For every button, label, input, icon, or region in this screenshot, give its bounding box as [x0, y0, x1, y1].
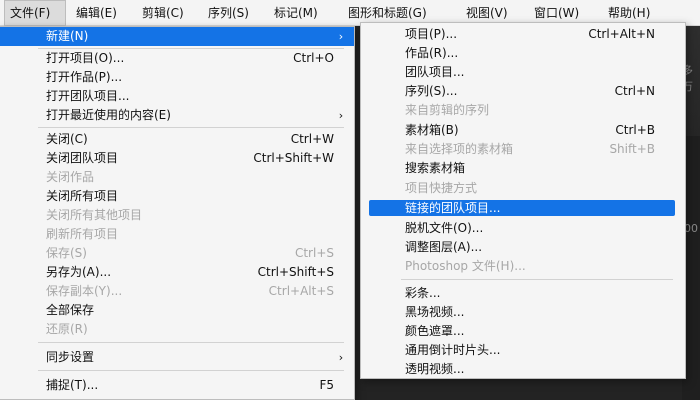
menu-separator	[401, 279, 673, 280]
menu-item-open-project[interactable]: 打开项目(O)... Ctrl+O	[0, 49, 354, 68]
menu-item-label: 项目(P)...	[405, 27, 458, 41]
menubar-file[interactable]: 文件(F)	[4, 0, 66, 26]
menu-item-shortcut: Ctrl+O	[293, 51, 334, 65]
menu-item-shortcut: Ctrl+Alt+N	[588, 27, 655, 41]
menu-item-save-all[interactable]: 全部保存	[0, 301, 354, 320]
menu-item-color-matte[interactable]: 颜色遮罩...	[361, 322, 685, 341]
menu-item-bin-from-selection[interactable]: 来自选择项的素材箱 Shift+B	[361, 140, 685, 159]
menubar-clip[interactable]: 剪辑(C)	[136, 0, 184, 26]
menu-item-shortcut: F5	[319, 378, 334, 392]
menu-item-label: 彩条...	[405, 286, 441, 300]
menu-item-transparent-video[interactable]: 透明视频...	[361, 360, 685, 379]
menu-separator	[38, 370, 344, 371]
menu-item-new-bin[interactable]: 素材箱(B) Ctrl+B	[361, 121, 685, 140]
menu-item-label: 同步设置	[46, 350, 95, 364]
menu-item-label: 关闭所有项目	[46, 189, 119, 203]
menubar-sequence[interactable]: 序列(S)	[202, 0, 249, 26]
menu-item-label: 来自剪辑的序列	[405, 103, 490, 117]
menu-item-label: 捕捉(T)...	[46, 378, 99, 392]
menu-item-label: 关闭团队项目	[46, 151, 119, 165]
menu-item-label: 黑场视频...	[405, 305, 465, 319]
menu-item-label: 搜索素材箱	[405, 161, 466, 175]
menu-item-shortcut: Ctrl+B	[615, 123, 655, 137]
menu-item-label: 还原(R)	[46, 322, 88, 336]
menu-item-revert[interactable]: 还原(R)	[0, 320, 354, 339]
menu-item-label: 保存(S)	[46, 246, 87, 260]
menu-item-capture[interactable]: 捕捉(T)... F5	[0, 376, 354, 395]
menu-item-shortcut: Ctrl+Shift+S	[257, 265, 334, 279]
menubar-markers[interactable]: 标记(M)	[268, 0, 318, 26]
menu-item-open-recent[interactable]: 打开最近使用的内容(E) ›	[0, 106, 354, 125]
menu-item-new[interactable]: 新建(N) ›	[0, 27, 354, 46]
menu-item-bars-and-tone[interactable]: 彩条...	[361, 284, 685, 303]
menu-item-label: 关闭(C)	[46, 132, 88, 146]
menu-item-label: 全部保存	[46, 303, 95, 317]
menu-item-save[interactable]: 保存(S) Ctrl+S	[0, 244, 354, 263]
menu-item-new-sequence[interactable]: 序列(S)... Ctrl+N	[361, 82, 685, 101]
menu-item-open-production[interactable]: 打开作品(P)...	[0, 68, 354, 87]
menu-item-close-all-projects[interactable]: 关闭所有项目	[0, 187, 354, 206]
menu-item-sync-settings[interactable]: 同步设置 ›	[0, 348, 354, 367]
menu-item-linked-team-project[interactable]: 链接的团队项目...	[369, 200, 675, 216]
menu-separator	[38, 127, 344, 128]
menu-item-save-copy[interactable]: 保存副本(Y)... Ctrl+Alt+S	[0, 282, 354, 301]
menu-item-label: 打开作品(P)...	[46, 70, 123, 84]
menu-item-label: 透明视频...	[405, 362, 465, 376]
menu-item-shortcut: Ctrl+S	[294, 246, 334, 260]
new-submenu: 项目(P)... Ctrl+Alt+N 作品(R)... 团队项目... 序列(…	[360, 22, 686, 379]
menu-item-label: 来自选择项的素材箱	[405, 142, 514, 156]
menu-item-sequence-from-clip[interactable]: 来自剪辑的序列	[361, 101, 685, 120]
background-partial-text: 00	[684, 222, 698, 235]
menu-item-new-team-project[interactable]: 团队项目...	[361, 63, 685, 82]
menu-item-offline-file[interactable]: 脱机文件(O)...	[361, 219, 685, 238]
menu-item-new-production[interactable]: 作品(R)...	[361, 44, 685, 63]
menu-item-label: 打开团队项目...	[46, 89, 130, 103]
menu-item-label: 打开项目(O)...	[46, 51, 125, 65]
menu-item-label: 项目快捷方式	[405, 181, 478, 195]
menu-item-label: 刷新所有项目	[46, 227, 119, 241]
menu-separator	[38, 342, 344, 343]
menu-item-label: 脱机文件(O)...	[405, 221, 484, 235]
menu-item-photoshop-file[interactable]: Photoshop 文件(H)...	[361, 257, 685, 276]
menu-item-shortcut: Ctrl+Alt+S	[268, 284, 334, 298]
chevron-right-icon: ›	[338, 30, 344, 43]
menu-item-black-video[interactable]: 黑场视频...	[361, 303, 685, 322]
menu-item-adjustment-layer[interactable]: 调整图层(A)...	[361, 238, 685, 257]
menu-item-close-all-other-projects[interactable]: 关闭所有其他项目	[0, 206, 354, 225]
menu-item-save-as[interactable]: 另存为(A)... Ctrl+Shift+S	[0, 263, 354, 282]
menu-item-close-team-project[interactable]: 关闭团队项目 Ctrl+Shift+W	[0, 149, 354, 168]
chevron-right-icon: ›	[338, 351, 344, 364]
menu-item-label: 另存为(A)...	[46, 265, 112, 279]
menu-item-shortcut: Ctrl+W	[290, 132, 334, 146]
menu-item-close-production[interactable]: 关闭作品	[0, 168, 354, 187]
menu-item-shortcut: Shift+B	[609, 142, 655, 156]
menu-item-label: Photoshop 文件(H)...	[405, 259, 526, 273]
menu-item-label: 关闭作品	[46, 170, 95, 184]
menu-item-shortcut: Ctrl+Shift+W	[253, 151, 334, 165]
menu-item-close[interactable]: 关闭(C) Ctrl+W	[0, 130, 354, 149]
menu-item-open-team-project[interactable]: 打开团队项目...	[0, 87, 354, 106]
menubar-edit[interactable]: 编辑(E)	[70, 0, 117, 26]
menu-item-label: 序列(S)...	[405, 84, 458, 98]
chevron-right-icon: ›	[338, 109, 344, 122]
menu-item-universal-counting-leader[interactable]: 通用倒计时片头...	[361, 341, 685, 360]
menu-item-project-shortcut[interactable]: 项目快捷方式	[361, 179, 685, 198]
menu-item-label: 链接的团队项目...	[405, 201, 501, 215]
menu-item-label: 保存副本(Y)...	[46, 284, 123, 298]
menu-item-refresh-all-projects[interactable]: 刷新所有项目	[0, 225, 354, 244]
menu-item-label: 打开最近使用的内容(E)	[46, 108, 171, 122]
menu-item-new-project[interactable]: 项目(P)... Ctrl+Alt+N	[361, 25, 685, 44]
menu-item-label: 关闭所有其他项目	[46, 208, 143, 222]
menu-item-label: 调整图层(A)...	[405, 240, 483, 254]
menu-item-search-bin[interactable]: 搜索素材箱	[361, 159, 685, 178]
menu-item-label: 团队项目...	[405, 65, 465, 79]
menu-item-label: 素材箱(B)	[405, 123, 459, 137]
menu-item-shortcut: Ctrl+N	[614, 84, 655, 98]
file-menu: 新建(N) › 打开项目(O)... Ctrl+O 打开作品(P)... 打开团…	[0, 26, 355, 400]
menu-item-label: 新建(N)	[46, 29, 89, 43]
menu-item-label: 作品(R)...	[405, 46, 459, 60]
menu-item-label: 颜色遮罩...	[405, 324, 465, 338]
menu-item-label: 通用倒计时片头...	[405, 343, 501, 357]
